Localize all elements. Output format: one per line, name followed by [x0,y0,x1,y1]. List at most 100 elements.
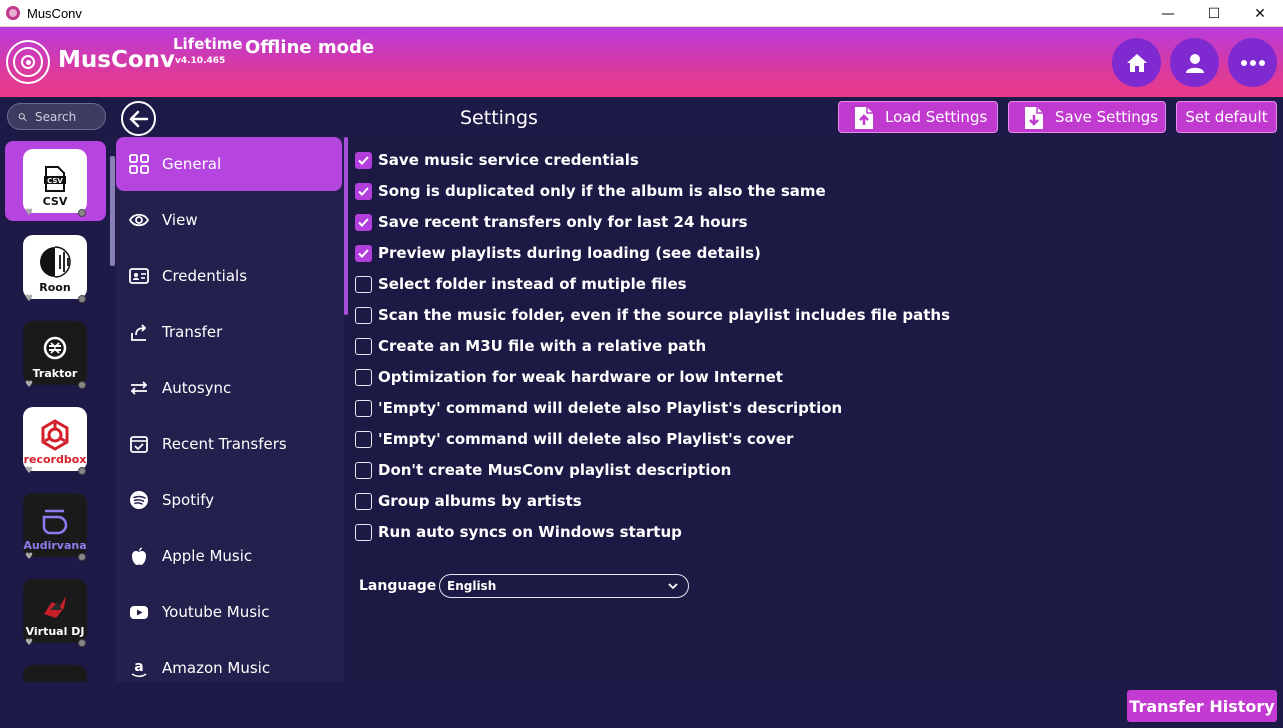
set-default-button[interactable]: Set default [1176,101,1277,133]
service-label: Virtual DJ [25,625,85,638]
language-select[interactable]: English [439,574,689,598]
option-label: Create an M3U file with a relative path [378,337,707,355]
option-select-folder[interactable]: Select folder instead of mutiple files [355,273,687,295]
checkbox[interactable] [355,306,372,324]
search-input[interactable] [35,109,105,124]
option-label: Select folder instead of mutiple files [378,275,687,293]
option-label: Scan the music folder, even if the sourc… [378,306,951,324]
checkbox[interactable] [355,337,372,355]
option-autosync-startup[interactable]: Run auto syncs on Windows startup [355,521,682,543]
back-button[interactable] [121,101,156,136]
category-transfer[interactable]: Transfer [116,305,342,359]
option-empty-cover[interactable]: 'Empty' command will delete also Playlis… [355,428,793,450]
favorite-icon[interactable]: ♥ [25,380,33,390]
option-no-description[interactable]: Don't create MusConv playlist descriptio… [355,459,731,481]
service-tile: CSV CSV [23,149,87,213]
minimize-button[interactable]: — [1145,0,1191,27]
checkbox[interactable] [355,368,372,386]
option-label: Save music service credentials [378,151,639,169]
option-label: 'Empty' command will delete also Playlis… [378,399,843,417]
category-recent-transfers[interactable]: Recent Transfers [116,417,342,471]
checkbox[interactable] [355,492,372,510]
option-label: 'Empty' command will delete also Playlis… [378,430,794,448]
category-label: Credentials [162,267,248,285]
transfer-history-button[interactable]: Transfer History [1127,690,1277,722]
category-general[interactable]: General [116,137,342,191]
category-autosync[interactable]: Autosync [116,361,342,415]
option-label: Group albums by artists [378,492,582,510]
option-save-credentials[interactable]: Save music service credentials [355,149,639,171]
checkbox[interactable] [355,275,372,293]
favorite-icon[interactable]: ♥ [25,552,33,562]
apple-icon [128,545,150,567]
option-scan-folder[interactable]: Scan the music folder, even if the sourc… [355,304,950,326]
category-label: Youtube Music [162,603,270,621]
checkbox[interactable] [355,182,372,200]
service-search[interactable] [7,103,106,130]
favorite-icon[interactable]: ♥ [25,466,33,476]
checkbox[interactable] [355,523,372,541]
checkbox[interactable] [355,461,372,479]
checkbox[interactable] [355,430,372,448]
load-settings-button[interactable]: Load Settings [838,101,998,133]
service-traktor[interactable]: Traktor ♥ [5,313,106,393]
option-label: Song is duplicated only if the album is … [378,182,826,200]
option-duplicate-album[interactable]: Song is duplicated only if the album is … [355,180,826,202]
category-view[interactable]: View [116,193,342,247]
category-amazon-music[interactable]: a Amazon Music [116,641,342,682]
service-tile: Virtual DJ [23,579,87,643]
more-button[interactable] [1228,38,1277,87]
share-icon [128,321,150,343]
account-button[interactable] [1170,38,1219,87]
category-label: Transfer [162,323,223,341]
load-settings-label: Load Settings [885,108,988,126]
favorite-icon[interactable]: ♥ [25,638,33,648]
option-recent-24h[interactable]: Save recent transfers only for last 24 h… [355,211,748,233]
window-title: MusConv [27,5,82,21]
maximize-button[interactable]: ☐ [1191,0,1237,27]
category-youtube-music[interactable]: Youtube Music [116,585,342,639]
service-list-scrollbar[interactable] [110,156,115,266]
save-settings-button[interactable]: Save Settings [1008,101,1166,133]
service-tile: Audirvana [23,493,87,557]
favorite-icon[interactable]: ♥ [25,294,33,304]
category-label: Spotify [162,491,215,509]
sync-icon [128,377,150,399]
service-label: Traktor [32,367,78,380]
service-next[interactable] [5,657,106,682]
home-button[interactable] [1112,38,1161,87]
title-bar: MusConv — ☐ ✕ [0,0,1283,27]
service-audirvana[interactable]: Audirvana ♥ [5,485,106,565]
service-virtual-dj[interactable]: Virtual DJ ♥ [5,571,106,651]
musconv-logo-icon [6,40,50,84]
option-empty-description[interactable]: 'Empty' command will delete also Playlis… [355,397,842,419]
category-spotify[interactable]: Spotify [116,473,342,527]
option-m3u-relative[interactable]: Create an M3U file with a relative path [355,335,706,357]
status-dot [78,295,86,303]
category-apple-music[interactable]: Apple Music [116,529,342,583]
calendar-check-icon [128,433,150,455]
checkbox[interactable] [355,213,372,231]
close-button[interactable]: ✕ [1237,0,1283,27]
youtube-icon [128,601,150,623]
status-dot [78,553,86,561]
option-group-albums[interactable]: Group albums by artists [355,490,582,512]
save-file-icon [1025,107,1043,129]
checkbox[interactable] [355,399,372,417]
option-weak-hardware[interactable]: Optimization for weak hardware or low In… [355,366,783,388]
service-csv[interactable]: CSV CSV ♥ [5,141,106,221]
more-icon [1240,59,1265,66]
categories-scrollbar[interactable] [344,137,348,315]
category-credentials[interactable]: Credentials [116,249,342,303]
status-dot [78,639,86,647]
settings-categories: General View Credentials Transfer Autosy… [116,137,344,682]
service-recordbox[interactable]: recordbox ♥ [5,399,106,479]
service-roon[interactable]: Roon ♥ [5,227,106,307]
checkbox[interactable] [355,244,372,262]
favorite-icon[interactable]: ♥ [25,208,33,218]
checkbox[interactable] [355,151,372,169]
eye-icon [128,209,150,231]
option-label: Run auto syncs on Windows startup [378,523,682,541]
service-label: Audirvana [23,539,87,552]
option-preview-playlists[interactable]: Preview playlists during loading (see de… [355,242,761,264]
